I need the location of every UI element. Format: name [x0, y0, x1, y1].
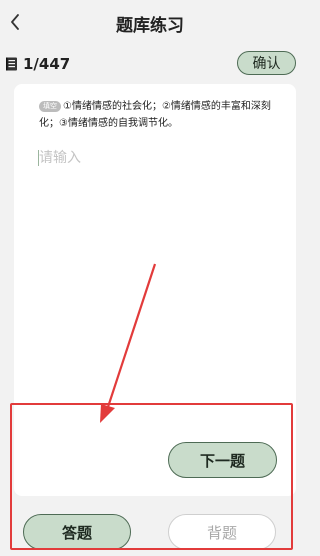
question-card: 填空 ①情绪情感的社会化；②情绪情感的丰富和深刻化；③情绪情感的自我调节化。: [14, 84, 296, 496]
question-text-block: 填空 ①情绪情感的社会化；②情绪情感的丰富和深刻化；③情绪情感的自我调节化。: [39, 98, 285, 132]
page-title: 题库练习: [116, 16, 184, 36]
book-icon: [6, 57, 17, 71]
next-question-button[interactable]: 下一题: [168, 442, 277, 478]
top-nav: 题库练习: [0, 0, 300, 44]
answer-input[interactable]: [39, 146, 285, 170]
question-type-badge: 填空: [39, 101, 61, 112]
recite-mode-button[interactable]: 背题: [168, 514, 276, 550]
bottom-mode-bar: 答题 背题: [0, 498, 300, 556]
answer-mode-button[interactable]: 答题: [23, 514, 131, 550]
practice-page: 题库练习 1/447 确认 填空 ①情绪情感的社会化；②情绪情感的丰富和深刻化；③…: [0, 0, 300, 556]
confirm-button[interactable]: 确认: [237, 51, 296, 75]
progress-row: 1/447 确认: [0, 50, 300, 80]
question-text: ①情绪情感的社会化；②情绪情感的丰富和深刻化；③情绪情感的自我调节化。: [39, 101, 271, 129]
question-counter: 1/447: [23, 55, 71, 73]
